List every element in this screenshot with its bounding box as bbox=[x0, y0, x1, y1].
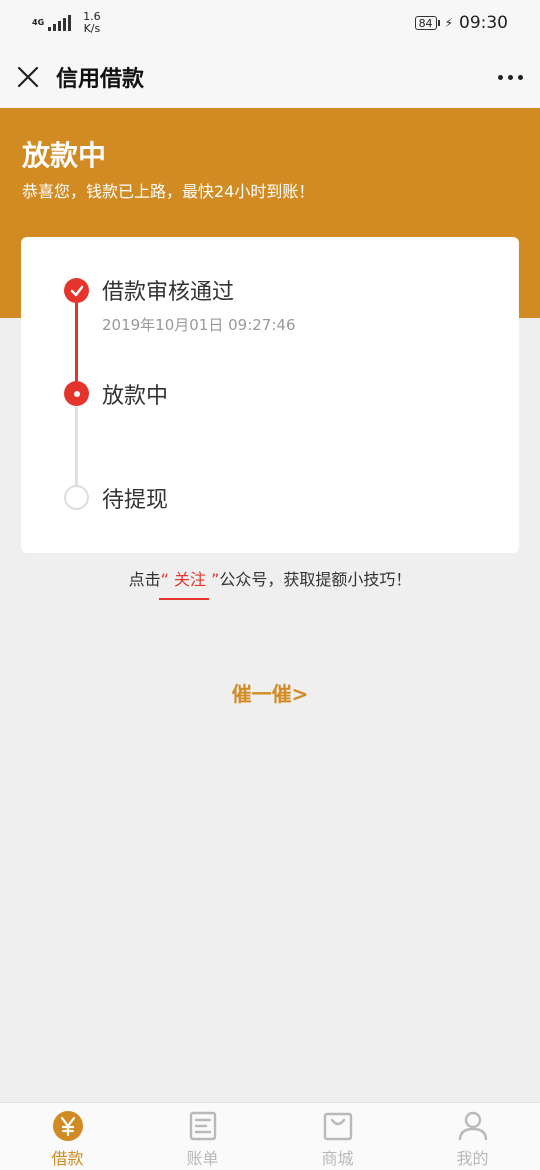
pending-dot-icon bbox=[64, 485, 89, 510]
loan-status-subtitle: 恭喜您，钱款已上路，最快24小时到账！ bbox=[22, 182, 315, 201]
step-label: 放款中 bbox=[102, 384, 169, 409]
network-type: 4G bbox=[32, 18, 45, 27]
close-button[interactable] bbox=[0, 46, 56, 108]
follow-link-underline bbox=[159, 598, 209, 600]
tab-loan[interactable]: 借款 bbox=[0, 1103, 135, 1170]
tab-label: 借款 bbox=[51, 1149, 84, 1168]
loan-status-title: 放款中 bbox=[22, 139, 107, 172]
step-label: 借款审核通过 bbox=[102, 280, 235, 305]
close-icon bbox=[17, 66, 39, 88]
tab-label: 我的 bbox=[456, 1149, 489, 1168]
step-label: 待提现 bbox=[102, 488, 169, 513]
active-dot-icon bbox=[64, 381, 89, 406]
nav-bar: 信用借款 bbox=[0, 46, 540, 108]
tab-shop[interactable]: 商城 bbox=[270, 1103, 405, 1170]
status-bar: 4G 1.6 K/s 84 ⚡ 09:30 bbox=[0, 0, 540, 46]
page-title: 信用借款 bbox=[56, 67, 145, 92]
urge-button[interactable]: 催一催> bbox=[0, 678, 540, 707]
step-time: 2019年10月01日 09:27:46 bbox=[102, 316, 296, 334]
user-icon bbox=[457, 1110, 489, 1142]
tab-mine[interactable]: 我的 bbox=[405, 1103, 540, 1170]
progress-card: 借款审核通过 2019年10月01日 09:27:46 放款中 待提现 bbox=[21, 237, 519, 553]
network-speed: 1.6 K/s bbox=[83, 10, 101, 35]
shop-bag-icon bbox=[322, 1110, 354, 1142]
battery-level: 84 bbox=[418, 16, 433, 30]
tab-bill[interactable]: 账单 bbox=[135, 1103, 270, 1170]
battery-icon: 84 bbox=[414, 16, 440, 30]
tab-label: 账单 bbox=[186, 1149, 219, 1168]
follow-link[interactable]: 关注 bbox=[169, 570, 211, 589]
bill-icon bbox=[187, 1110, 219, 1142]
progress-line-done bbox=[75, 303, 78, 383]
more-button[interactable] bbox=[480, 46, 540, 108]
check-icon bbox=[64, 278, 89, 303]
charging-icon: ⚡ bbox=[444, 16, 453, 30]
more-dots-icon bbox=[497, 74, 503, 80]
tab-bar: 借款 账单 商城 我的 bbox=[0, 1102, 540, 1170]
tab-label: 商城 bbox=[321, 1149, 354, 1168]
yen-circle-icon bbox=[52, 1110, 84, 1142]
follow-hint: 点击“ 关注 ”公众号，获取提额小技巧！ bbox=[128, 570, 412, 589]
clock: 09:30 bbox=[459, 13, 508, 33]
signal-icon bbox=[48, 15, 72, 31]
progress-line-pending bbox=[75, 407, 78, 497]
